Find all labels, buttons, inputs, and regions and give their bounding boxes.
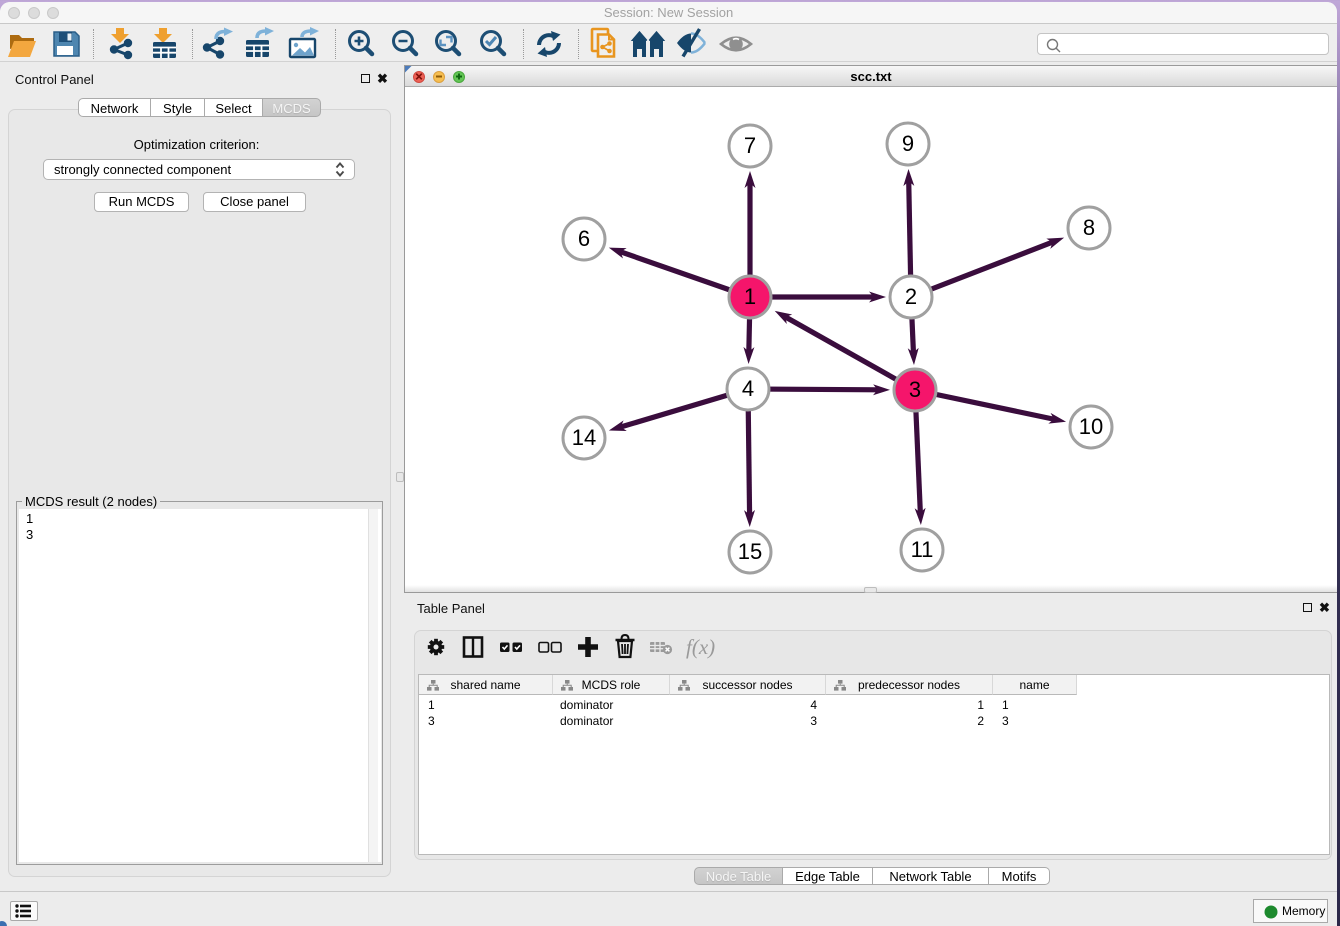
svg-text:15: 15: [738, 539, 762, 564]
svg-text:8: 8: [1083, 215, 1095, 240]
svg-text:7: 7: [744, 133, 756, 158]
svg-text:10: 10: [1079, 414, 1103, 439]
svg-text:9: 9: [902, 131, 914, 156]
svg-text:2: 2: [905, 284, 917, 309]
svg-text:3: 3: [909, 377, 921, 402]
svg-text:1: 1: [744, 284, 756, 309]
svg-text:6: 6: [578, 226, 590, 251]
svg-text:14: 14: [572, 425, 596, 450]
svg-text:4: 4: [742, 376, 754, 401]
svg-text:f(x): f(x): [686, 635, 715, 659]
svg-text:11: 11: [911, 537, 934, 562]
